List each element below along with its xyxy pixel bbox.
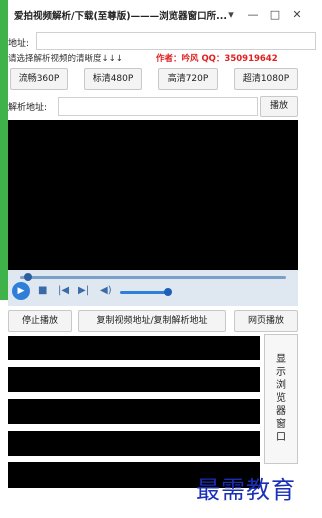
result-row-4[interactable]: [8, 431, 260, 456]
menu-icon[interactable]: ▾: [222, 6, 240, 24]
seek-bar[interactable]: [20, 276, 286, 279]
volume-knob[interactable]: [163, 288, 172, 296]
next-icon[interactable]: ▶|: [78, 285, 89, 296]
media-player-controls: ▶ ■ |◀ ▶| ◀): [8, 270, 298, 306]
previous-icon[interactable]: |◀: [58, 285, 69, 296]
side-button-label: 显 示 浏 览 器 窗 口: [276, 354, 286, 443]
quality-1080p-button[interactable]: 超清1080P: [234, 68, 298, 90]
app-window: 爱拍视频解析/下载(至尊版)———浏览器窗口所... ▾ — □ ✕ 地址: 请…: [0, 0, 322, 518]
maximize-icon[interactable]: □: [266, 6, 284, 24]
watermark-text: 最需教育: [196, 476, 296, 504]
stop-playback-button[interactable]: 停止播放: [8, 310, 72, 332]
show-browser-window-button[interactable]: 显 示 浏 览 器 窗 口: [264, 334, 298, 464]
parse-address-input[interactable]: [58, 97, 258, 116]
address-label: 地址:: [8, 39, 30, 49]
stop-icon[interactable]: ■: [38, 285, 47, 296]
volume-icon[interactable]: ◀): [100, 285, 112, 296]
quality-720p-button[interactable]: 高清720P: [158, 68, 218, 90]
seek-knob[interactable]: [23, 273, 32, 281]
play-icon[interactable]: ▶: [12, 282, 30, 300]
web-play-button[interactable]: 网页播放: [234, 310, 298, 332]
quality-480p-button[interactable]: 标清480P: [84, 68, 142, 90]
parse-address-label: 解析地址:: [8, 103, 48, 113]
volume-slider[interactable]: [120, 291, 168, 294]
quality-360p-button[interactable]: 流畅360P: [10, 68, 68, 90]
result-row-3[interactable]: [8, 399, 260, 424]
result-row-2[interactable]: [8, 367, 260, 392]
copy-address-button[interactable]: 复制视频地址/复制解析地址: [78, 310, 226, 332]
minimize-icon[interactable]: —: [244, 6, 262, 24]
close-icon[interactable]: ✕: [288, 6, 306, 24]
play-button[interactable]: 播放: [260, 96, 298, 117]
quality-hint: 请选择解析视频的清晰度↓↓↓: [8, 54, 123, 64]
result-row-1[interactable]: [8, 336, 260, 360]
author-info: 作者：吟风 QQ：350919642: [156, 54, 278, 64]
video-display: [8, 120, 298, 270]
address-input[interactable]: [36, 32, 316, 50]
window-title: 爱拍视频解析/下载(至尊版)———浏览器窗口所...: [14, 11, 227, 22]
title-bar[interactable]: 爱拍视频解析/下载(至尊版)———浏览器窗口所... ▾ — □ ✕: [8, 0, 322, 30]
left-accent-bar: [0, 0, 8, 300]
